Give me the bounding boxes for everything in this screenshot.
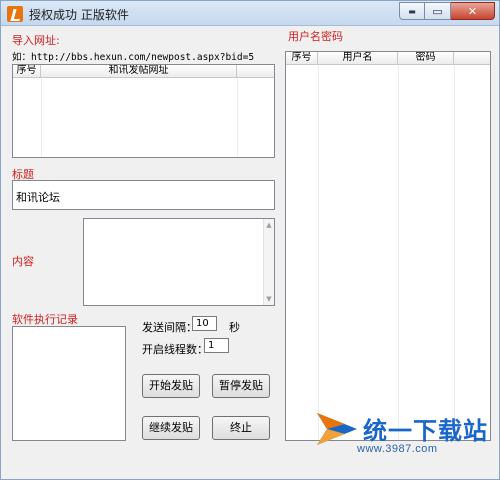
window-controls: ▬ ▭ ✕	[399, 2, 495, 20]
accounts-col-password[interactable]: 密码	[398, 52, 454, 65]
log-label: 软件执行记录	[12, 313, 78, 326]
scroll-up-icon[interactable]: ▲	[264, 220, 274, 230]
accounts-col-index[interactable]: 序号	[286, 52, 318, 65]
accounts-gridline	[318, 65, 319, 440]
url-list[interactable]: 序号 和讯发帖网址	[12, 64, 275, 158]
close-button[interactable]: ✕	[451, 2, 495, 20]
log-box[interactable]	[12, 326, 126, 441]
title-input[interactable]: 和讯论坛	[12, 180, 275, 210]
watermark-brand: 统一下载站	[363, 417, 488, 445]
url-list-gridline	[237, 78, 238, 157]
accounts-col-extra	[454, 52, 490, 65]
resume-button[interactable]: 继续发贴	[142, 416, 200, 440]
accounts-label: 用户名密码	[288, 30, 343, 43]
scroll-down-icon[interactable]: ▼	[264, 294, 274, 304]
url-list-gridline	[41, 78, 42, 157]
url-col-extra	[237, 65, 274, 78]
threads-input[interactable]: 1	[204, 338, 229, 353]
minimize-icon: ▬	[408, 6, 416, 16]
url-list-header: 序号 和讯发帖网址	[13, 65, 274, 78]
minimize-button[interactable]: ▬	[399, 2, 425, 20]
interval-input[interactable]: 10	[192, 316, 217, 331]
interval-label: 发送间隔：	[142, 321, 197, 334]
url-col-url[interactable]: 和讯发帖网址	[41, 65, 237, 78]
accounts-col-username[interactable]: 用户名	[318, 52, 398, 65]
app-icon	[7, 6, 23, 22]
import-url-label: 导入网址:	[12, 34, 60, 47]
interval-unit: 秒	[229, 321, 240, 334]
watermark-url: www.3987.com	[357, 443, 438, 455]
accounts-gridline	[398, 65, 399, 440]
threads-label: 开启线程数：	[142, 343, 208, 356]
title-bar[interactable]: 授权成功 正版软件 ▬ ▭ ✕	[1, 1, 499, 26]
maximize-button[interactable]: ▭	[425, 2, 451, 20]
content-scrollbar[interactable]: ▲ ▼	[263, 219, 274, 305]
content-label: 内容	[12, 255, 34, 268]
url-col-index[interactable]: 序号	[13, 65, 41, 78]
accounts-gridline	[454, 65, 455, 440]
import-url-example: 如：http://bbs.hexun.com/newpost.aspx?bid=…	[12, 52, 255, 63]
window-title: 授权成功 正版软件	[29, 8, 129, 22]
content-textarea[interactable]: ▲ ▼	[83, 218, 275, 306]
stop-button[interactable]: 终止	[212, 416, 270, 440]
watermark-logo-icon	[317, 413, 357, 445]
close-icon: ✕	[467, 4, 478, 18]
accounts-list[interactable]: 序号 用户名 密码	[285, 51, 491, 441]
maximize-icon: ▭	[432, 4, 443, 18]
app-window: 授权成功 正版软件 ▬ ▭ ✕ 导入网址: 如：http://bbs.hexun…	[0, 0, 500, 480]
title-input-value: 和讯论坛	[16, 191, 60, 204]
accounts-list-header: 序号 用户名 密码	[286, 52, 490, 65]
pause-button[interactable]: 暂停发贴	[212, 374, 270, 398]
start-button[interactable]: 开始发贴	[142, 374, 200, 398]
